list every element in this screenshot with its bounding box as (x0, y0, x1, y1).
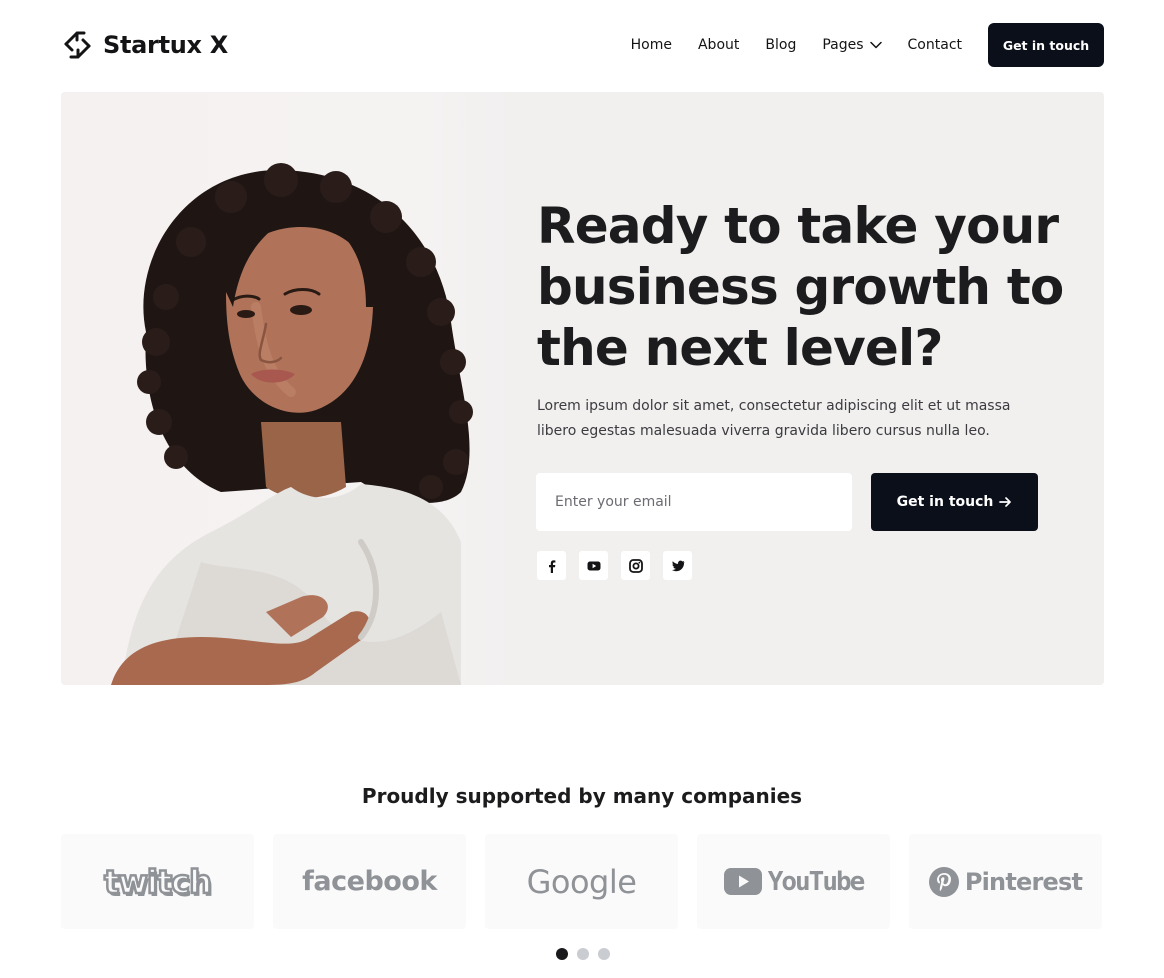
carousel-dot-3[interactable] (598, 948, 610, 960)
woman-portrait-illustration (111, 163, 473, 685)
instagram-icon (628, 558, 643, 573)
carousel-pagination (556, 948, 610, 960)
brand[interactable]: Startux X (61, 27, 228, 63)
carousel-dot-1[interactable] (556, 948, 568, 960)
nav-item-home[interactable]: Home (631, 37, 672, 53)
logo-card-google: Google (485, 834, 678, 929)
hero-title: Ready to take your business growth to th… (537, 197, 1064, 377)
email-input[interactable] (536, 473, 852, 531)
twitter-link[interactable] (663, 551, 692, 580)
chevron-down-icon (869, 41, 882, 49)
twitch-logo: twitch (103, 861, 213, 902)
nav-item-contact[interactable]: Contact (908, 37, 962, 53)
companies-title: Proudly supported by many companies (361, 784, 803, 808)
company-logos: twitch facebook Google YouTube Pinterest (61, 834, 1104, 929)
header-get-in-touch-button[interactable]: Get in touch (988, 23, 1104, 67)
hero-portrait-image (61, 92, 513, 685)
hero-cta-label: Get in touch (896, 494, 994, 510)
youtube-link[interactable] (579, 551, 608, 580)
nav-item-pages[interactable]: Pages (822, 37, 882, 53)
instagram-link[interactable] (621, 551, 650, 580)
arrow-right-icon (999, 497, 1012, 507)
google-logo: Google (526, 862, 637, 901)
hero-section: Ready to take your business growth to th… (61, 92, 1104, 685)
carousel-dot-2[interactable] (577, 948, 589, 960)
social-links (537, 551, 692, 580)
nav-item-about[interactable]: About (698, 37, 739, 53)
youtube-play-icon (723, 868, 762, 895)
hero-get-in-touch-button[interactable]: Get in touch (871, 473, 1038, 531)
youtube-logo: YouTube (767, 866, 866, 897)
nav-item-blog[interactable]: Blog (765, 37, 796, 53)
site-header: Startux X Home About Blog Pages Contact … (61, 23, 1104, 67)
facebook-logo: facebook (302, 866, 437, 897)
logo-card-facebook: facebook (273, 834, 466, 929)
logo-card-pinterest: Pinterest (909, 834, 1102, 929)
brand-name: Startux X (103, 31, 228, 59)
link-arrow-icon (64, 31, 91, 59)
pinterest-logo: Pinterest (964, 867, 1083, 896)
logo-card-youtube: YouTube (697, 834, 890, 929)
pinterest-icon (928, 866, 959, 897)
main-nav: Home About Blog Pages Contact (631, 23, 962, 67)
facebook-icon (548, 559, 555, 573)
hero-description: Lorem ipsum dolor sit amet, consectetur … (537, 398, 1011, 439)
nav-item-pages-label: Pages (822, 37, 864, 53)
facebook-link[interactable] (537, 551, 566, 580)
logo-card-twitch: twitch (61, 834, 254, 929)
twitter-icon (671, 560, 684, 571)
youtube-icon (587, 561, 600, 570)
